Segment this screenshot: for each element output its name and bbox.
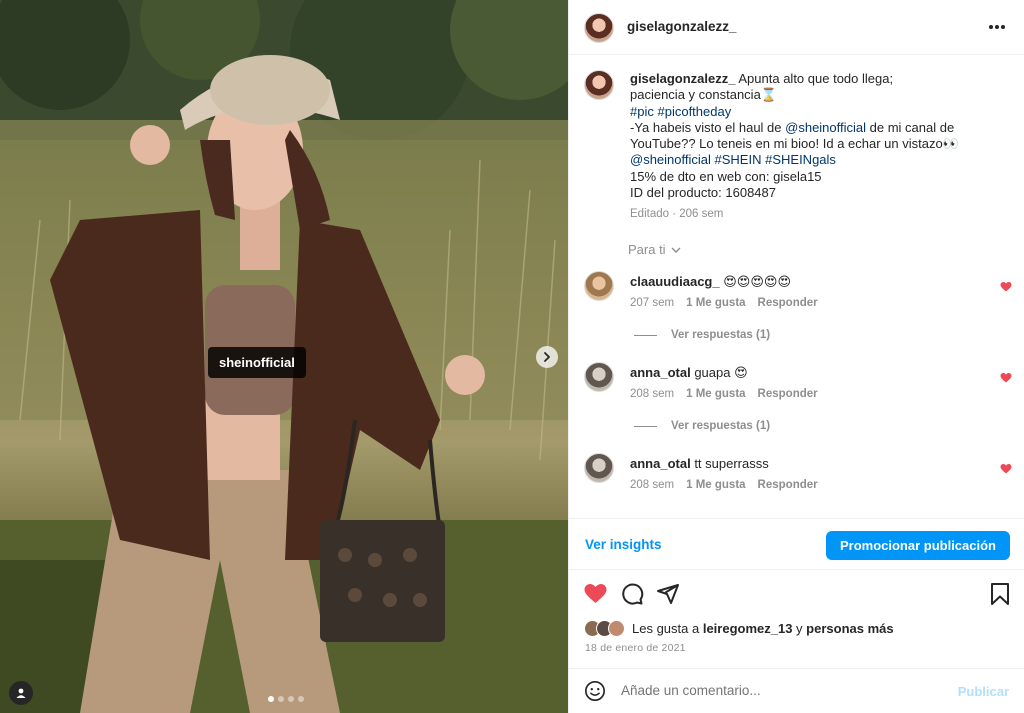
caption-line-4a: -Ya habeis visto el haul de xyxy=(630,119,786,135)
post-header: giselagonzalezz_ xyxy=(569,0,1024,55)
hashtag-link[interactable]: #SHEIN xyxy=(715,152,762,167)
comment-input[interactable] xyxy=(621,683,941,698)
likes-others[interactable]: personas más xyxy=(806,621,893,636)
comment-likes[interactable]: 1 Me gusta xyxy=(686,388,745,400)
caption-line-5: YouTube?? Lo teneis en mi bioo! Id a ech… xyxy=(630,136,959,152)
view-replies-button[interactable]: Ver respuestas (1) xyxy=(634,420,770,432)
caption-avatar[interactable] xyxy=(584,70,614,100)
action-bar xyxy=(569,582,1024,608)
caption-edited-time: Editado · 206 sem xyxy=(630,208,724,220)
post-photo[interactable]: sheinofficial xyxy=(0,0,568,713)
hashtag-link[interactable]: #SHEINgals xyxy=(765,152,836,167)
caption-line-1: Apunta alto que todo llega; xyxy=(738,71,894,86)
caption-text: giselagonzalezz_ Apunta alto que todo ll… xyxy=(630,71,1000,201)
tag-user-icon xyxy=(16,688,26,698)
reply-button[interactable]: Responder xyxy=(758,479,818,491)
chevron-right-icon xyxy=(544,352,550,362)
liker-avatar xyxy=(608,620,625,637)
comments-section[interactable]: giselagonzalezz_ Apunta alto que todo ll… xyxy=(569,56,1024,518)
view-replies-label: Ver respuestas (1) xyxy=(671,420,771,432)
comment-text: 😍😍😍😍😍 xyxy=(723,274,791,289)
carousel-dot xyxy=(298,696,304,702)
commenter-avatar[interactable] xyxy=(584,362,614,392)
header-username[interactable]: giselagonzalezz_ xyxy=(627,19,737,34)
reply-button[interactable]: Responder xyxy=(758,388,818,400)
comment-sort-dropdown[interactable]: Para ti xyxy=(628,242,682,257)
carousel-dots xyxy=(268,696,304,702)
carousel-dot xyxy=(278,696,284,702)
liker-username[interactable]: leiregomez_13 xyxy=(703,621,793,636)
heart-icon[interactable] xyxy=(1000,372,1012,384)
share-icon[interactable] xyxy=(656,582,680,606)
heart-icon[interactable] xyxy=(1000,281,1012,293)
reply-button[interactable]: Responder xyxy=(758,297,818,309)
comment-time[interactable]: 207 sem xyxy=(630,297,674,309)
emoji-icon[interactable] xyxy=(584,680,606,702)
product-tag-label[interactable]: sheinofficial xyxy=(208,347,306,378)
post-date[interactable]: 18 de enero de 2021 xyxy=(585,642,686,654)
carousel-dot xyxy=(288,696,294,702)
likes-mid: y xyxy=(792,621,807,636)
mention-link[interactable]: @sheinofficial xyxy=(785,120,866,135)
view-insights-link[interactable]: Ver insights xyxy=(585,537,662,552)
view-replies-button[interactable]: Ver respuestas (1) xyxy=(634,329,770,341)
commenter-username[interactable]: claauudiaacg_ xyxy=(630,274,720,289)
insights-bar: Ver insights Promocionar publicación xyxy=(569,518,1024,570)
commenter-avatar[interactable] xyxy=(584,271,614,301)
heart-icon[interactable] xyxy=(583,582,608,606)
promote-button[interactable]: Promocionar publicación xyxy=(825,531,1010,560)
carousel-dot xyxy=(268,696,274,702)
comment-time[interactable]: 208 sem xyxy=(630,479,674,491)
heart-icon[interactable] xyxy=(1000,463,1012,475)
caption-line-8: ID del producto: 1608487 xyxy=(630,185,776,201)
avatar[interactable] xyxy=(584,13,614,43)
comment-time[interactable]: 208 sem xyxy=(630,388,674,400)
commenter-avatar[interactable] xyxy=(584,453,614,483)
carousel-next-button[interactable] xyxy=(536,346,558,368)
chevron-down-icon xyxy=(671,247,681,253)
add-comment-bar: Publicar xyxy=(569,668,1024,713)
more-icon[interactable] xyxy=(987,18,1007,36)
comment-likes[interactable]: 1 Me gusta xyxy=(686,479,745,491)
post-sidebar: giselagonzalezz_ giselagonzalezz_ Apunta… xyxy=(568,0,1024,713)
caption-line-4b: de mi canal de xyxy=(866,119,955,135)
hashtag-link[interactable]: #picoftheday xyxy=(657,104,731,119)
post-comment-button[interactable]: Publicar xyxy=(958,684,1009,699)
view-replies-label: Ver respuestas (1) xyxy=(671,329,771,341)
hashtag-link[interactable]: #pic xyxy=(630,104,654,119)
commenter-username[interactable]: anna_otal xyxy=(630,456,691,471)
caption-line-7: 15% de dto en web con: gisela15 xyxy=(630,168,822,184)
comment-icon[interactable] xyxy=(620,582,644,606)
comment-text: guapa 😍 xyxy=(694,365,748,380)
caption-username[interactable]: giselagonzalezz_ xyxy=(630,71,735,86)
bookmark-icon[interactable] xyxy=(989,582,1011,606)
caption-line-2: paciencia y constancia⌛ xyxy=(630,87,777,103)
likes-prefix: Les gusta a xyxy=(632,621,703,636)
for-you-label: Para ti xyxy=(628,242,666,257)
likes-summary[interactable]: Les gusta a leiregomez_13 y personas más xyxy=(584,620,894,637)
comment-text: tt superrasss xyxy=(694,456,769,471)
commenter-username[interactable]: anna_otal xyxy=(630,365,691,380)
tagged-users-button[interactable] xyxy=(9,681,33,705)
mention-link[interactable]: @sheinofficial xyxy=(630,152,711,167)
comment-likes[interactable]: 1 Me gusta xyxy=(686,297,745,309)
